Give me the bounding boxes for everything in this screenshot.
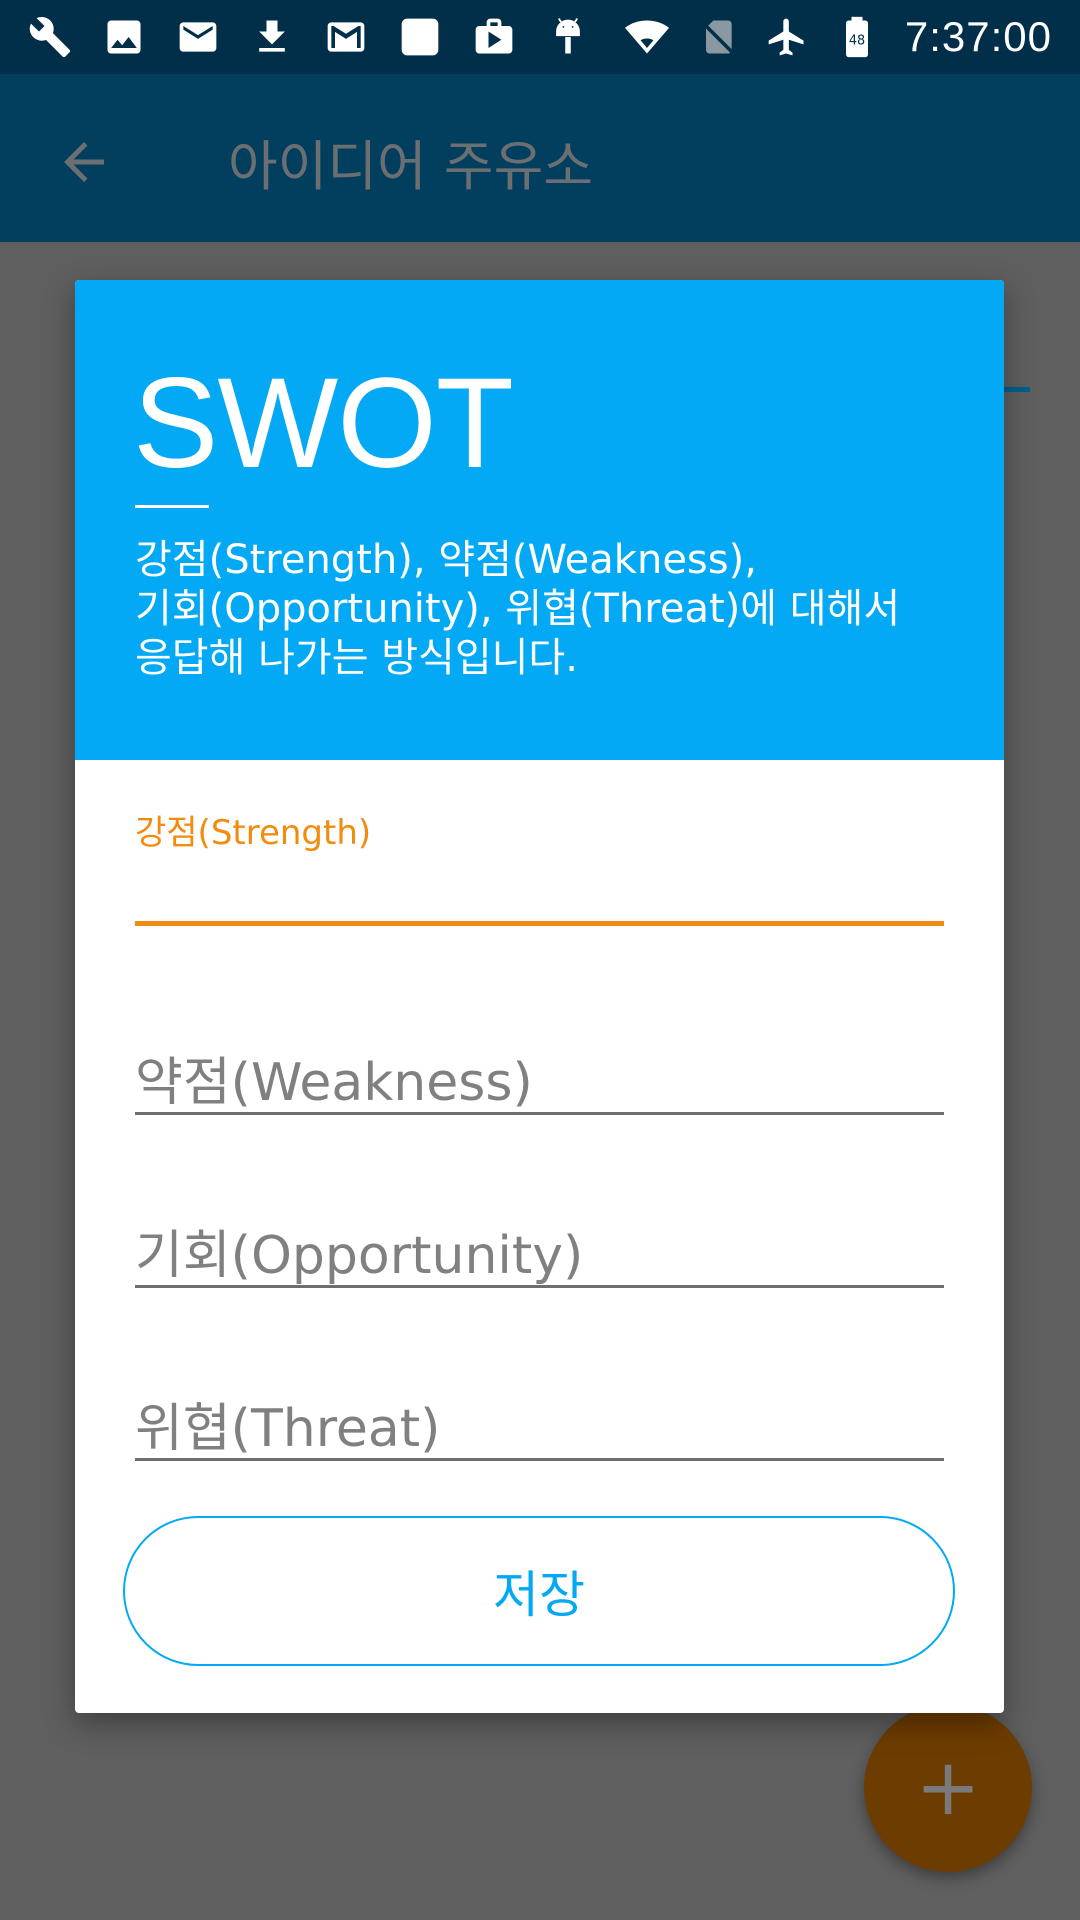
strength-field[interactable]: 강점(Strength) xyxy=(135,805,944,926)
dialog-header: SWOT 강점(Strength), 약점(Weakness), 기회(Oppo… xyxy=(75,280,1004,760)
app-title: 아이디어 주유소 xyxy=(228,135,593,198)
weakness-field[interactable]: 약점(Weakness) xyxy=(135,1040,944,1115)
add-fab-button[interactable]: + xyxy=(864,1704,1032,1872)
airplane-icon xyxy=(765,15,809,59)
plus-icon: + xyxy=(915,1743,981,1833)
threat-field-placeholder: 위협(Threat) xyxy=(135,1399,441,1459)
no-sim-icon xyxy=(695,15,739,59)
opportunity-field-placeholder: 기회(Opportunity) xyxy=(135,1226,584,1286)
gmail-icon xyxy=(324,15,368,59)
weakness-field-placeholder: 약점(Weakness) xyxy=(135,1053,533,1113)
screen: 48 7:37:00 아이디어 주유소 + SWOT 강점(Strength),… xyxy=(0,0,1080,1920)
briefcase-play-icon xyxy=(472,15,516,59)
blank-app-icon xyxy=(398,15,442,59)
app-bar: 아이디어 주유소 xyxy=(0,74,1080,242)
threat-field-underline xyxy=(135,1458,944,1461)
back-arrow-icon[interactable] xyxy=(54,132,114,192)
download-icon xyxy=(250,15,294,59)
save-button[interactable]: 저장 xyxy=(123,1516,955,1666)
wifi-icon xyxy=(624,15,669,59)
swot-dialog: SWOT 강점(Strength), 약점(Weakness), 기회(Oppo… xyxy=(75,280,1004,1713)
strength-field-label: 강점(Strength) xyxy=(135,813,372,853)
dialog-title: SWOT xyxy=(133,352,514,495)
wrench-icon xyxy=(28,15,72,59)
threat-field[interactable]: 위협(Threat) xyxy=(135,1386,944,1461)
status-left-icons xyxy=(28,15,590,59)
opportunity-field[interactable]: 기회(Opportunity) xyxy=(135,1213,944,1288)
status-time: 7:37:00 xyxy=(904,13,1052,60)
image-icon xyxy=(102,15,146,59)
status-bar: 48 7:37:00 xyxy=(0,0,1080,74)
android-debug-icon xyxy=(546,15,590,59)
dialog-description: 강점(Strength), 약점(Weakness), 기회(Opportuni… xyxy=(135,537,901,681)
opportunity-field-underline xyxy=(135,1285,944,1288)
mail-icon xyxy=(176,15,220,59)
strength-field-underline xyxy=(135,921,944,926)
title-divider xyxy=(135,505,209,508)
battery-level-text: 48 xyxy=(849,33,865,48)
weakness-field-underline xyxy=(135,1112,944,1115)
battery-icon: 48 xyxy=(835,15,879,59)
status-right-icons: 48 7:37:00 xyxy=(624,13,1052,61)
